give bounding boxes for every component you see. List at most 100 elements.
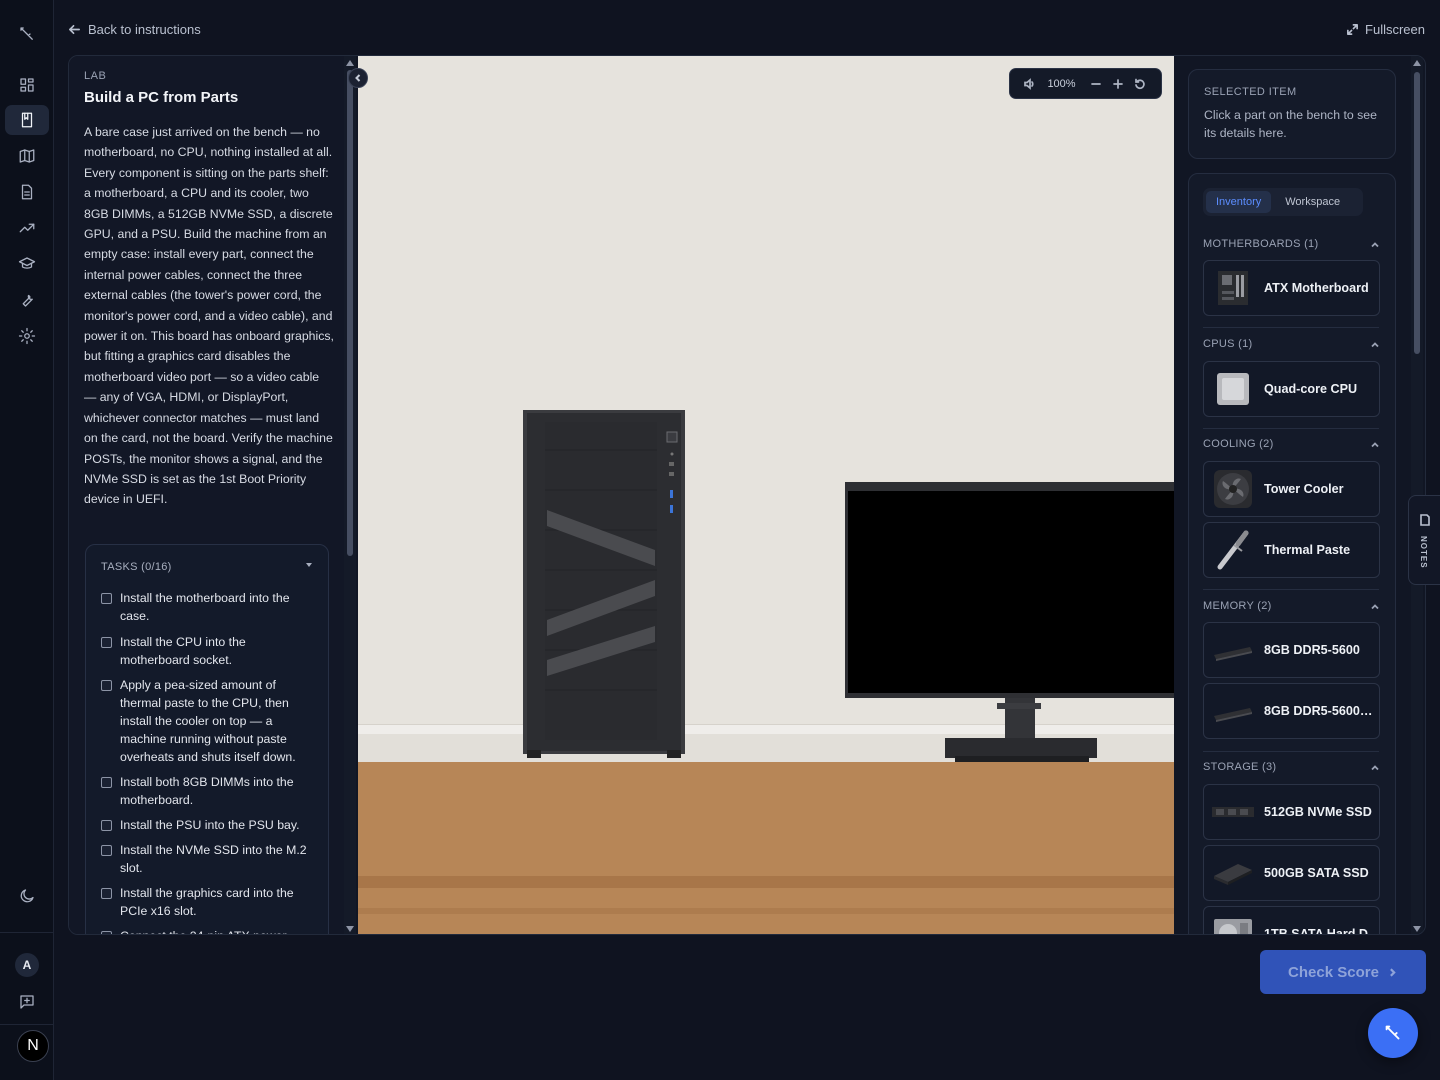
- task-checkbox[interactable]: [101, 888, 112, 899]
- chevron-up-icon[interactable]: [1371, 763, 1379, 771]
- task-label: Apply a pea-sized amount of thermal past…: [120, 678, 296, 764]
- dashboard-icon[interactable]: [0, 69, 54, 101]
- expand-icon: [1347, 24, 1359, 35]
- tab-inventory[interactable]: Inventory: [1206, 191, 1272, 213]
- inventory-item[interactable]: ATX Motherboard: [1203, 260, 1380, 316]
- scroll-thumb[interactable]: [1414, 72, 1420, 354]
- task-label: Install the CPU into the motherboard soc…: [120, 635, 246, 667]
- book-icon[interactable]: [5, 105, 49, 135]
- inventory-item[interactable]: 500GB SATA SSD: [1203, 845, 1380, 901]
- assistant-button[interactable]: [1368, 1008, 1418, 1058]
- item-label: 8GB DDR5-5600: [1264, 643, 1360, 657]
- zoom-level: 100%: [1047, 77, 1076, 90]
- task-item: Install both 8GB DIMMs into the motherbo…: [101, 773, 316, 809]
- settings-icon[interactable]: [0, 320, 54, 352]
- task-checkbox[interactable]: [101, 845, 112, 856]
- trending-icon[interactable]: [0, 212, 54, 244]
- monitor[interactable]: [845, 482, 1174, 764]
- workbench-scene[interactable]: 100%: [358, 56, 1174, 934]
- task-checkbox[interactable]: [101, 680, 112, 691]
- chevron-up-icon[interactable]: [1371, 602, 1379, 610]
- task-checkbox[interactable]: [101, 637, 112, 648]
- avatar[interactable]: A: [15, 953, 39, 977]
- selected-item-card: SELECTED ITEM Click a part on the bench …: [1188, 69, 1396, 159]
- n-logo[interactable]: N: [17, 1030, 49, 1062]
- collapse-panel-button[interactable]: [348, 68, 368, 88]
- scroll-up-arrow[interactable]: [346, 60, 354, 66]
- task-item: Install the NVMe SSD into the M.2 slot.: [101, 841, 316, 877]
- inventory-item[interactable]: 1TB SATA Hard D…: [1203, 906, 1380, 935]
- category-cooling[interactable]: COOLING (2): [1203, 438, 1379, 450]
- task-item: Connect the 24-pin ATX power: [101, 927, 316, 934]
- tasks-header[interactable]: TASKS (0/16): [101, 561, 172, 573]
- chevron-up-icon[interactable]: [1371, 340, 1379, 348]
- reset-icon[interactable]: [1129, 78, 1151, 90]
- instructions-scrollbar[interactable]: [344, 56, 356, 934]
- zoom-in-icon[interactable]: [1107, 78, 1129, 90]
- inventory-tabs: Inventory Workspace: [1203, 188, 1363, 216]
- category-cpus[interactable]: CPUS (1): [1203, 338, 1379, 350]
- category-storage[interactable]: STORAGE (3): [1203, 761, 1379, 773]
- tab-workspace[interactable]: Workspace: [1275, 191, 1350, 213]
- chevron-down-icon[interactable]: [306, 563, 312, 567]
- volume-icon[interactable]: [1020, 77, 1038, 90]
- chevron-up-icon[interactable]: [1371, 440, 1379, 448]
- notes-tab[interactable]: NOTES: [1408, 495, 1440, 585]
- document-icon[interactable]: [0, 176, 54, 208]
- task-checkbox[interactable]: [101, 777, 112, 788]
- wrench-icon: [1385, 1025, 1400, 1040]
- zoom-out-icon[interactable]: [1085, 78, 1107, 90]
- lab-frame: LAB Build a PC from Parts A bare case ju…: [68, 55, 1426, 935]
- back-to-instructions-link[interactable]: Back to instructions: [68, 22, 201, 37]
- inventory-item[interactable]: Quad-core CPU: [1203, 361, 1380, 417]
- inventory-item[interactable]: Thermal Paste: [1203, 522, 1380, 578]
- task-checkbox[interactable]: [101, 593, 112, 604]
- scroll-down-arrow[interactable]: [1413, 926, 1421, 932]
- item-label: Tower Cooler: [1264, 482, 1344, 496]
- inventory-item[interactable]: 8GB DDR5-5600: [1203, 622, 1380, 678]
- task-label: Install the graphics card into the PCIe …: [120, 886, 294, 918]
- check-score-label: Check Score: [1288, 963, 1379, 981]
- map-icon[interactable]: [0, 140, 54, 172]
- task-checkbox[interactable]: [101, 931, 112, 934]
- tool-icon[interactable]: [0, 284, 54, 316]
- inventory-item[interactable]: 8GB DDR5-5600…: [1203, 683, 1380, 739]
- category-label: MEMORY (2): [1203, 600, 1272, 612]
- item-label: 1TB SATA Hard D…: [1264, 927, 1380, 935]
- task-checkbox[interactable]: [101, 820, 112, 831]
- fan-icon: [1212, 468, 1254, 510]
- inventory-item[interactable]: Tower Cooler: [1203, 461, 1380, 517]
- scroll-up-arrow[interactable]: [1413, 60, 1421, 66]
- fullscreen-button[interactable]: Fullscreen: [1346, 22, 1425, 37]
- task-label: Install the motherboard into the case.: [120, 591, 290, 623]
- zoom-toolbar: 100%: [1009, 68, 1162, 99]
- task-label: Install both 8GB DIMMs into the motherbo…: [120, 775, 294, 807]
- pc-tower[interactable]: [523, 410, 687, 762]
- check-score-button[interactable]: Check Score: [1260, 950, 1426, 994]
- item-label: 500GB SATA SSD: [1264, 866, 1369, 880]
- sata-ssd-icon: [1212, 852, 1254, 894]
- chevron-up-icon[interactable]: [1371, 240, 1379, 248]
- category-divider: [1203, 589, 1379, 590]
- task-item: Install the PSU into the PSU bay.: [101, 816, 316, 834]
- moon-icon[interactable]: [0, 880, 54, 912]
- nvme-ssd-icon: [1212, 791, 1254, 833]
- rail-divider: [0, 932, 54, 933]
- desk-edge: [358, 876, 1174, 888]
- lab-description: A bare case just arrived on the bench — …: [84, 125, 334, 507]
- scroll-thumb[interactable]: [347, 70, 353, 556]
- ram-icon: [1212, 629, 1254, 671]
- graduation-icon[interactable]: [0, 248, 54, 280]
- item-label: Thermal Paste: [1264, 543, 1351, 557]
- item-label: 512GB NVMe SSD: [1264, 805, 1372, 819]
- category-motherboards[interactable]: MOTHERBOARDS (1): [1203, 238, 1379, 250]
- category-divider: [1203, 428, 1379, 429]
- scroll-down-arrow[interactable]: [346, 926, 354, 932]
- task-label: Install the NVMe SSD into the M.2 slot.: [120, 843, 307, 875]
- tasks-list: TASKS (0/16) Install the motherboard int…: [85, 544, 329, 934]
- wrench-icon[interactable]: [0, 18, 54, 50]
- inventory-item[interactable]: 512GB NVMe SSD: [1203, 784, 1380, 840]
- item-label: ATX Motherboard: [1264, 281, 1369, 295]
- category-memory[interactable]: MEMORY (2): [1203, 600, 1379, 612]
- feedback-icon[interactable]: [0, 986, 54, 1018]
